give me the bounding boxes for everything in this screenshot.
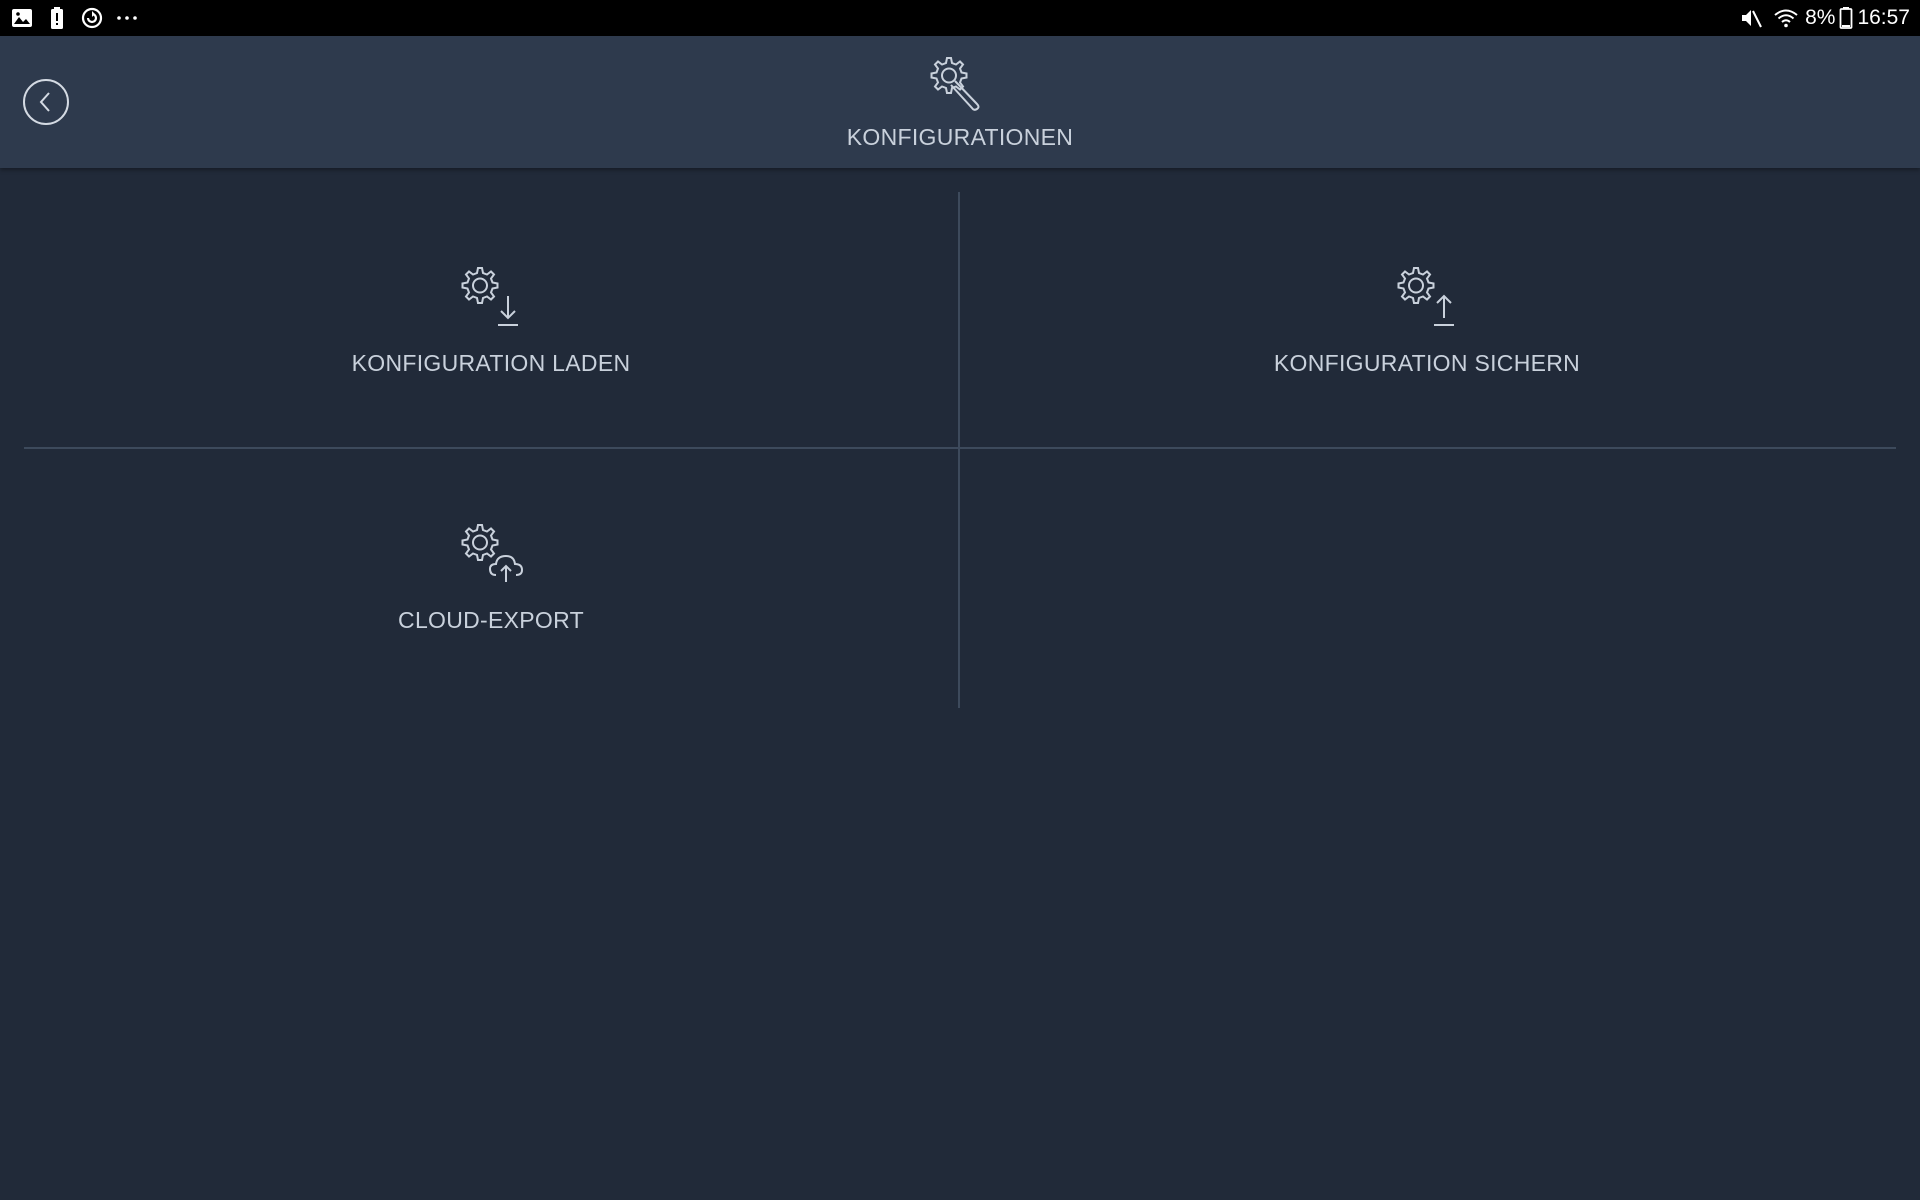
status-bar: 8% 16:57	[0, 0, 1920, 36]
more-icon	[117, 16, 137, 20]
gear-cloud-upload-icon	[461, 524, 524, 582]
tile-label: CLOUD-EXPORT	[398, 607, 584, 633]
mute-icon	[1742, 10, 1762, 28]
tile-cloud-export[interactable]: CLOUD-EXPORT	[24, 449, 958, 704]
config-grid: KONFIGURATION LADEN KONFIGURATION SICHER…	[24, 192, 1896, 708]
tile-label: KONFIGURATION LADEN	[351, 350, 631, 376]
tile-save-config[interactable]: KONFIGURATION SICHERN	[960, 192, 1894, 447]
gear-wrench-icon	[930, 57, 980, 111]
header-bar: KONFIGURATIONEN	[0, 36, 1920, 168]
tile-load-config[interactable]: KONFIGURATION LADEN	[24, 192, 958, 447]
image-icon	[12, 9, 32, 27]
gear-upload-icon	[1397, 267, 1454, 326]
chevron-left-icon	[39, 92, 50, 112]
gear-download-icon	[461, 267, 518, 326]
sync-icon	[81, 7, 103, 29]
battery-icon	[1840, 7, 1853, 29]
tile-label: KONFIGURATION SICHERN	[1273, 350, 1581, 376]
battery-percent: 8%	[1805, 6, 1836, 29]
wifi-icon	[1774, 9, 1798, 28]
back-button[interactable]	[23, 79, 69, 125]
clock: 16:57	[1857, 6, 1910, 29]
battery-alert-icon	[51, 7, 63, 29]
page-title: KONFIGURATIONEN	[846, 124, 1074, 150]
